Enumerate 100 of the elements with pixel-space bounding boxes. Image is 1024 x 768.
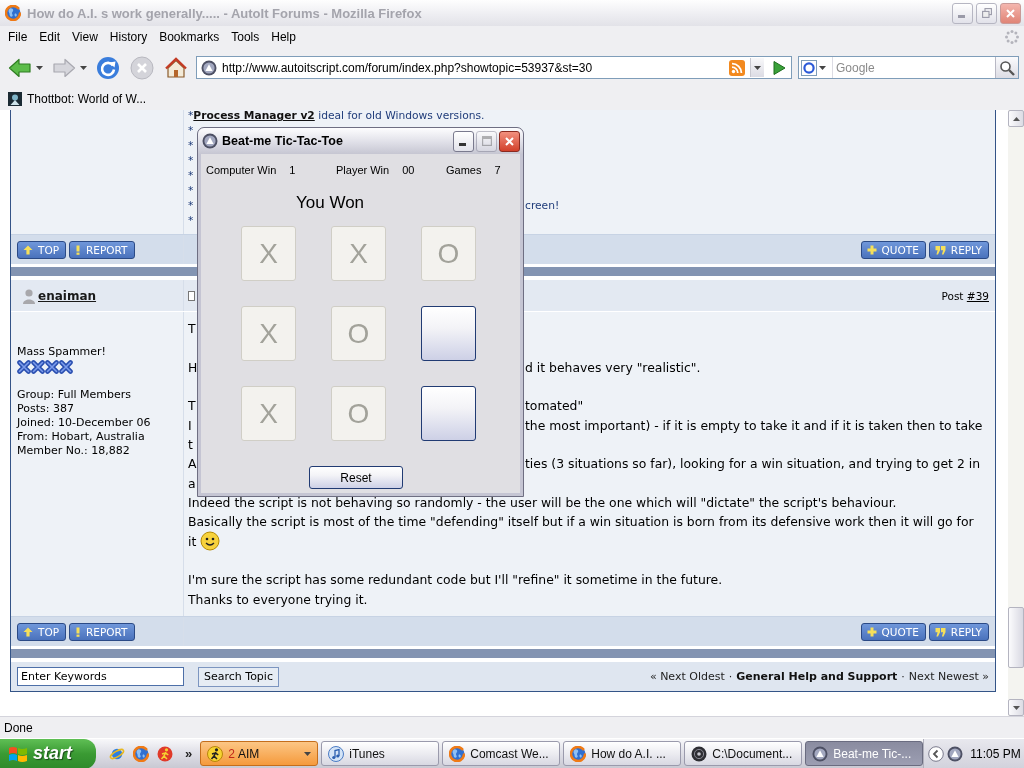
member-detail: Posts: 387 bbox=[17, 402, 74, 415]
menu-item[interactable]: View bbox=[66, 27, 104, 46]
taskbar-button[interactable]: Comcast We... bbox=[442, 741, 561, 766]
minimize-button[interactable] bbox=[453, 130, 474, 152]
search-button[interactable] bbox=[995, 57, 1018, 78]
left-arrow-icon bbox=[8, 56, 32, 79]
text-fragment: A bbox=[188, 455, 197, 474]
restore-button[interactable] bbox=[976, 2, 997, 24]
keyword-field[interactable]: Enter Keywords bbox=[17, 667, 184, 686]
menu-item[interactable]: Tools bbox=[225, 27, 266, 46]
user-icon bbox=[22, 287, 36, 304]
address-field[interactable]: http://www.autoitscript.com/forum/index.php?showtopic=53937&st=30 bbox=[196, 56, 792, 79]
pip-icon bbox=[59, 360, 73, 374]
text-fragment: I bbox=[188, 416, 192, 435]
up-arrow-icon bbox=[23, 626, 33, 637]
running-figure-icon[interactable] bbox=[157, 745, 173, 762]
menu-item[interactable]: Bookmarks bbox=[153, 27, 226, 46]
top-button[interactable]: TOP bbox=[17, 240, 66, 259]
separator-text: · bbox=[901, 670, 905, 683]
menu-item[interactable]: Edit bbox=[33, 27, 67, 46]
search-field[interactable]: Google bbox=[798, 56, 1019, 79]
text-fragment: T bbox=[188, 397, 196, 416]
text-fragment: H bbox=[188, 358, 198, 377]
reply-button[interactable]: REPLY bbox=[928, 622, 989, 641]
clock-text: 11:05 PM bbox=[970, 746, 1021, 761]
taskbar-button[interactable]: 2 AIM bbox=[200, 741, 319, 766]
result-text: You Won bbox=[296, 193, 365, 212]
minimize-icon bbox=[459, 142, 466, 146]
ring-icon[interactable] bbox=[801, 59, 817, 76]
exclamation-icon bbox=[75, 244, 81, 255]
chevron-icon[interactable] bbox=[928, 745, 945, 762]
rank-title: Mass Spammer! bbox=[17, 345, 108, 359]
flag-icon bbox=[8, 744, 28, 763]
url-dropdown-button[interactable] bbox=[750, 58, 764, 77]
down-caret-icon bbox=[1012, 705, 1020, 710]
post-text-line: Indeed the script is not behaving so randomly - the user will be the one which will "dictate" the script's behaviour. bbox=[188, 494, 897, 513]
score-label: Player Win bbox=[336, 163, 390, 177]
reset-button[interactable]: Reset bbox=[309, 466, 403, 489]
post-text-line: Thanks to everyone trying it. bbox=[188, 590, 368, 609]
house-icon bbox=[164, 55, 188, 80]
quote-icon bbox=[934, 244, 946, 255]
plus-icon bbox=[866, 626, 877, 637]
scroll-thumb[interactable] bbox=[1008, 607, 1024, 668]
menu-item[interactable]: History bbox=[103, 27, 154, 46]
pip-icon bbox=[31, 360, 45, 374]
signature-line: * bbox=[188, 123, 194, 138]
start-button[interactable]: start bbox=[0, 738, 96, 768]
globe-icon[interactable] bbox=[133, 745, 149, 762]
report-button[interactable]: REPORT bbox=[69, 240, 135, 259]
search-topic-button[interactable]: Search Topic bbox=[198, 666, 279, 687]
topic-nav-link[interactable]: « Next Oldest bbox=[649, 670, 725, 683]
author-link[interactable]: enaiman bbox=[38, 288, 97, 303]
restore-icon bbox=[981, 8, 992, 18]
signature-link[interactable]: Process Manager v2 bbox=[193, 110, 315, 122]
taskbar-button[interactable]: How do A.I. ... bbox=[563, 741, 682, 766]
forum-link[interactable]: General Help and Support bbox=[736, 670, 898, 683]
board-cell[interactable] bbox=[421, 306, 476, 361]
topic-nav-link[interactable]: Next Newest » bbox=[908, 670, 989, 683]
status-text: Done bbox=[4, 720, 33, 735]
quote-button[interactable]: QUOTE bbox=[860, 240, 926, 259]
taskbar-button[interactable]: C:\Document... bbox=[684, 741, 803, 766]
pip-icon bbox=[17, 360, 31, 374]
signature-line: * bbox=[188, 213, 194, 228]
board-cell[interactable] bbox=[421, 386, 476, 441]
globe-icon bbox=[5, 5, 21, 21]
report-button[interactable]: REPORT bbox=[69, 622, 135, 641]
triangle-disc-icon bbox=[202, 133, 218, 149]
score-value: 1 bbox=[289, 163, 296, 177]
scroll-up-button[interactable] bbox=[1008, 110, 1024, 127]
separator-text: · bbox=[728, 670, 733, 683]
running-figure-icon bbox=[207, 745, 224, 762]
post-link[interactable]: #39 bbox=[966, 289, 989, 302]
post-text-line: it bbox=[188, 532, 197, 551]
scroll-down-button[interactable] bbox=[1008, 699, 1024, 716]
post-text-line: Basically the script is most of the time "defending" itself but if a win situation is born from its defensive work then it will go for bbox=[188, 513, 974, 532]
caret-icon[interactable] bbox=[35, 65, 43, 70]
quote-button[interactable]: QUOTE bbox=[860, 622, 926, 641]
caret-icon[interactable] bbox=[819, 65, 826, 70]
globe-icon bbox=[449, 745, 466, 762]
minimize-icon bbox=[958, 14, 965, 18]
signature-line: *Process Manager v2 ideal for old Windows versions. bbox=[188, 110, 485, 123]
triangle-disc-icon[interactable] bbox=[947, 745, 964, 762]
menu-item[interactable]: File bbox=[2, 27, 34, 46]
text-fragment: tomated" bbox=[525, 397, 584, 416]
signature-line: * bbox=[188, 168, 194, 183]
text-fragment: d it behaves very "realistic". bbox=[525, 358, 701, 377]
close-button[interactable] bbox=[499, 130, 520, 152]
maximize-icon bbox=[481, 136, 492, 146]
bookmark-item[interactable]: Thottbot: World of W... bbox=[5, 90, 150, 108]
reply-button[interactable]: REPLY bbox=[928, 240, 989, 259]
caret-icon bbox=[754, 65, 761, 70]
post-text-line: I'm sure the script has some redundant code but I'll "refine" it sometime in the future. bbox=[188, 571, 723, 590]
score-label: Games bbox=[446, 163, 482, 177]
top-button[interactable]: TOP bbox=[17, 622, 66, 641]
more-button[interactable]: » bbox=[183, 746, 195, 761]
menu-item[interactable]: Help bbox=[265, 27, 302, 46]
window-title: How do A.I. s work generally..... - AutoIt Forums - Mozilla Firefox bbox=[27, 5, 423, 21]
text-fragment: creen! bbox=[525, 198, 560, 213]
taskbar-button[interactable]: iTunes bbox=[321, 741, 440, 766]
post-number: Post #39 bbox=[941, 289, 989, 302]
